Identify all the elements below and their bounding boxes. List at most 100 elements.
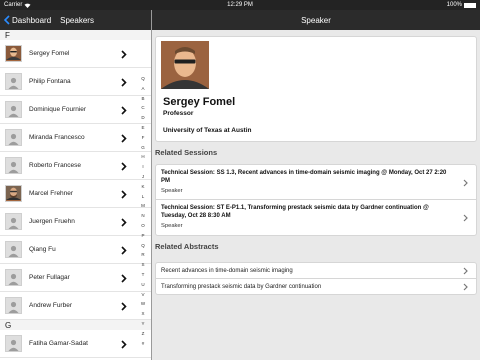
chevron-right-icon [463,283,468,291]
speaker-name: Juergen Fruehn [29,218,75,225]
speaker-name: Miranda Francesco [29,134,85,141]
chevron-right-icon [121,274,127,283]
detail-title: Speaker [301,15,331,25]
speaker-name: Marcel Frehner [29,190,74,197]
index-letter[interactable]: A [137,84,149,94]
speaker-name: Philip Fontana [29,78,71,85]
index-letter[interactable]: V [137,290,149,300]
speaker-name: Andrew Furber [29,302,72,309]
chevron-right-icon [121,78,127,87]
index-letter[interactable]: R [137,250,149,260]
section-index-bar[interactable]: Q A B C D E F G H I J K L M N O P Q R S … [137,74,149,348]
speaker-role: Professor [163,110,194,117]
index-letter[interactable]: F [137,133,149,143]
related-abstract-item[interactable]: Recent advances in time-domain seismic i… [155,262,477,279]
chevron-right-icon [463,267,468,275]
chevron-right-icon [121,302,127,311]
index-letter[interactable]: C [137,103,149,113]
index-letter[interactable]: N [137,211,149,221]
avatar [5,129,22,146]
section-header-g: G [0,320,151,330]
index-letter[interactable]: W [137,299,149,309]
index-letter[interactable]: I [137,162,149,172]
list-item[interactable]: Roberto Francese [0,152,151,180]
avatar [5,335,22,352]
list-item[interactable]: Marcel Frehner [0,180,151,208]
avatar [5,185,22,202]
list-item[interactable]: Qiang Fu [0,236,151,264]
speaker-name-heading: Sergey Fomel [163,96,236,108]
list-item[interactable]: Sergey Fomel [0,40,151,68]
chevron-right-icon [121,162,127,171]
chevron-right-icon [121,50,127,59]
speakers-nav-bar: Dashboard Speakers [0,10,151,30]
speaker-organization: University of Texas at Austin [163,127,252,134]
avatar [5,269,22,286]
index-letter[interactable]: T [137,270,149,280]
index-letter[interactable]: D [137,113,149,123]
related-session-item[interactable]: Technical Session: ST E-P1.1, Transformi… [155,199,477,236]
index-letter[interactable]: O [137,221,149,231]
avatar [5,101,22,118]
session-title: Technical Session: SS 1.3, Recent advanc… [161,170,447,184]
index-letter[interactable]: S [137,260,149,270]
chevron-left-icon [4,15,10,25]
related-session-item[interactable]: Technical Session: SS 1.3, Recent advanc… [155,164,477,200]
nav-title: Speakers [60,15,94,25]
avatar [5,241,22,258]
index-letter[interactable]: G [137,143,149,153]
dashboard-back-button[interactable]: Dashboard [4,15,51,25]
related-sessions-title: Related Sessions [155,148,218,157]
speaker-list[interactable]: F Sergey Fomel Philip Fontana Dominique … [0,30,151,360]
avatar [5,213,22,230]
index-letter[interactable]: Z [137,329,149,339]
session-role: Speaker [161,188,183,194]
chevron-right-icon [121,190,127,199]
avatar [5,157,22,174]
clock: 12:29 PM [227,2,253,8]
index-letter[interactable]: Y [137,319,149,329]
list-item[interactable]: Philip Fontana [0,68,151,96]
index-letter[interactable]: P [137,231,149,241]
speaker-name: Qiang Fu [29,246,56,253]
session-title: Technical Session: ST E-P1.1, Transformi… [161,205,429,219]
session-role: Speaker [161,223,183,229]
battery-icon [464,2,476,8]
index-letter[interactable]: J [137,172,149,182]
speaker-name: Roberto Francese [29,162,82,169]
index-letter[interactable]: M [137,201,149,211]
related-abstract-item[interactable]: Transforming prestack seismic data by Ga… [155,278,477,295]
index-letter[interactable]: E [137,123,149,133]
index-letter[interactable]: K [137,182,149,192]
abstract-title: Recent advances in time-domain seismic i… [161,268,293,274]
chevron-right-icon [121,246,127,255]
list-item[interactable]: Dominique Fournier [0,96,151,124]
avatar [5,73,22,90]
list-item[interactable]: Miranda Francesco [0,124,151,152]
related-abstracts-title: Related Abstracts [155,242,219,251]
index-letter[interactable]: B [137,94,149,104]
list-item[interactable]: Fatiha Gamar-Sadat [0,330,151,358]
list-item[interactable]: Peter Fullagar [0,264,151,292]
list-item[interactable]: Juergen Fruehn [0,208,151,236]
index-letter[interactable]: # [137,339,149,349]
section-header-f: F [0,30,151,40]
index-letter[interactable]: Q [137,241,149,251]
speaker-name: Peter Fullagar [29,274,70,281]
chevron-right-icon [121,340,127,349]
chevron-right-icon [121,218,127,227]
speaker-name: Fatiha Gamar-Sadat [29,340,88,347]
chevron-right-icon [463,179,468,187]
chevron-right-icon [121,134,127,143]
index-letter[interactable]: L [137,192,149,202]
speaker-name: Sergey Fomel [29,50,70,57]
status-bar: Carrier 12:29 PM 100% [0,0,480,10]
abstract-title: Transforming prestack seismic data by Ga… [161,284,322,290]
list-item[interactable]: Andrew Furber [0,292,151,320]
index-letter[interactable]: X [137,309,149,319]
index-letter[interactable]: H [137,152,149,162]
avatar [5,45,22,62]
index-search[interactable]: Q [137,74,149,84]
index-letter[interactable]: U [137,280,149,290]
speaker-detail-pane: Sergey Fomel Professor University of Tex… [152,30,480,360]
